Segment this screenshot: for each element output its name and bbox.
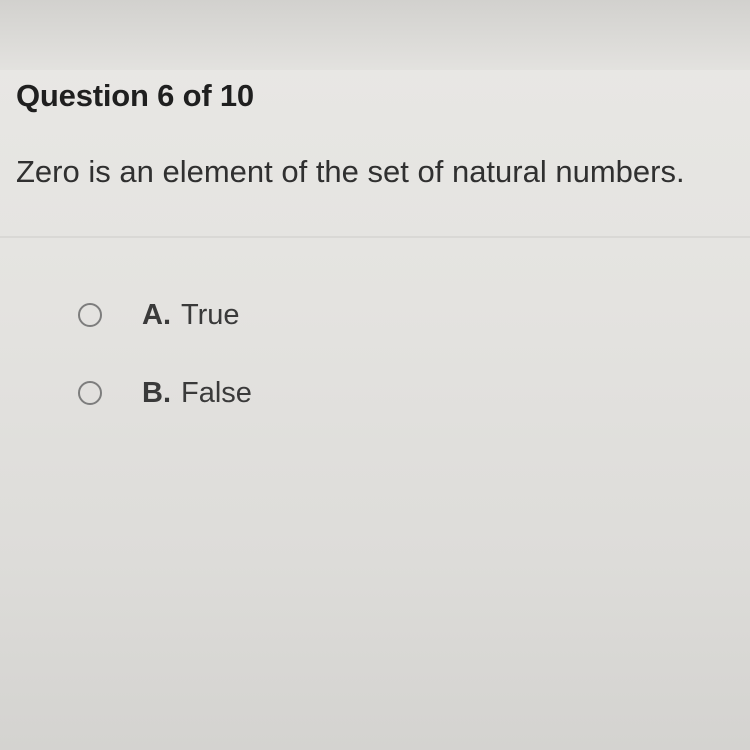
question-header: Question 6 of 10 — [16, 78, 254, 113]
option-a[interactable]: A. True — [78, 292, 252, 338]
option-b[interactable]: B. False — [78, 370, 252, 416]
radio-button-icon[interactable] — [78, 303, 102, 327]
option-label: True — [181, 298, 240, 331]
quiz-panel: Question 6 of 10 Zero is an element of t… — [0, 0, 750, 750]
question-prompt: Zero is an element of the set of natural… — [16, 154, 685, 189]
radio-button-icon[interactable] — [78, 381, 102, 405]
divider — [0, 236, 750, 238]
option-label: False — [181, 376, 252, 409]
option-letter: A. — [142, 298, 171, 331]
answer-options: A. True B. False — [78, 292, 252, 448]
option-letter: B. — [142, 376, 171, 409]
